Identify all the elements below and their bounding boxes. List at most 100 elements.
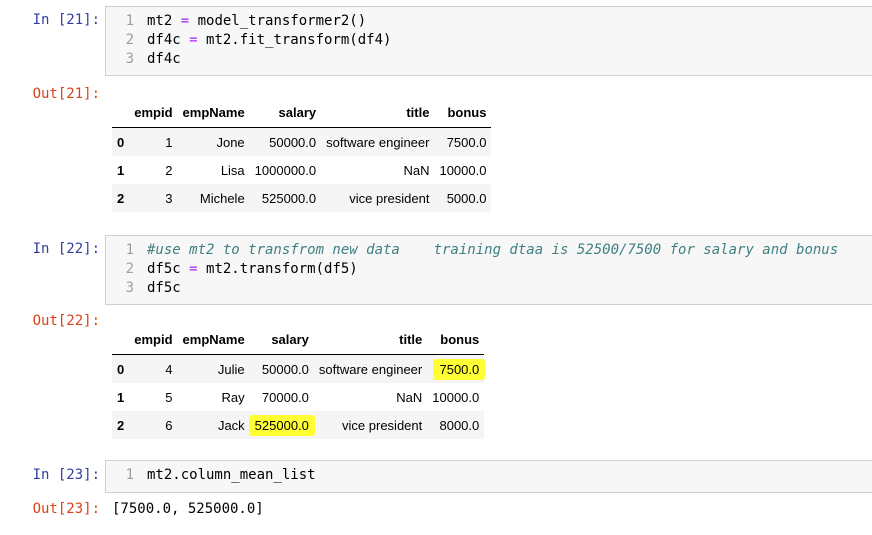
- table-cell: 1000000.0: [250, 156, 321, 184]
- row-index: 2: [112, 184, 129, 212]
- table-cell: software engineer: [321, 128, 434, 157]
- cell-value: 1: [117, 389, 125, 405]
- table-cell: 5000.0: [434, 184, 491, 212]
- code-line: 2 df5c = mt2.transform(df5): [106, 260, 872, 279]
- table-cell: 70000.0: [250, 383, 314, 411]
- cell-value: 1000000.0: [254, 162, 317, 178]
- cell-value: Julie: [217, 361, 245, 377]
- code-cell-23[interactable]: 1 mt2.column_mean_list: [105, 460, 872, 493]
- column-header: title: [321, 98, 435, 128]
- cell-value: 5: [165, 389, 173, 405]
- code-line: 3 df4c: [106, 50, 872, 69]
- table-cell: vice president: [314, 411, 427, 439]
- table-cell: 6: [129, 411, 177, 439]
- column-header: title: [313, 325, 428, 355]
- cell-value: 2: [117, 190, 125, 206]
- code-line: 2 df4c = mt2.fit_transform(df4): [106, 31, 872, 50]
- column-header: empName: [177, 325, 250, 355]
- cell-value: 7500.0: [446, 134, 487, 150]
- column-header: bonus: [434, 98, 492, 128]
- cell-value: Jone: [216, 134, 245, 150]
- index-header: [112, 98, 130, 128]
- column-header: bonus: [427, 325, 485, 355]
- out-prompt-22: Out[22]:: [32, 313, 100, 329]
- in-prompt-22: In [22]:: [32, 241, 100, 257]
- table-cell: software engineer: [314, 355, 427, 384]
- table-cell: 50000.0: [250, 355, 314, 384]
- line-number: 1: [125, 242, 134, 258]
- code-operator: =: [180, 13, 190, 29]
- table-cell: 525000.0: [248, 411, 315, 439]
- table-cell: Jone: [178, 128, 250, 157]
- cell-value: Lisa: [220, 162, 245, 178]
- table-cell: Jack: [178, 411, 250, 439]
- line-number: 1: [125, 467, 134, 483]
- cell-value: 0: [117, 361, 125, 377]
- table-cell: Lisa: [178, 156, 250, 184]
- code-text: mt2.transform(df5): [197, 261, 358, 277]
- line-number: 2: [125, 32, 134, 48]
- code-text: mt2.fit_transform(df4): [197, 32, 392, 48]
- cell-value: Ray: [221, 389, 245, 405]
- highlighted-value: 7500.0: [433, 358, 486, 380]
- dataframe-output-21: empid empName salary title bonus 0 1 Jone 50000.…: [112, 98, 492, 212]
- cell-value: 2: [165, 162, 173, 178]
- code-line: 3 df5c: [106, 279, 872, 298]
- table-cell: Julie: [178, 355, 250, 384]
- table-cell: 10000.0: [434, 156, 491, 184]
- table-cell: 2: [129, 156, 177, 184]
- table-cell: 525000.0: [250, 184, 321, 212]
- cell-value: 1: [117, 162, 125, 178]
- cell-value: 0: [117, 134, 125, 150]
- table-cell: 8000.0: [427, 411, 484, 439]
- table-cell: 10000.0: [427, 383, 484, 411]
- in-prompt-21: In [21]:: [32, 12, 100, 28]
- code-operator: =: [189, 261, 198, 277]
- code-text: mt2: [147, 13, 181, 29]
- code-text: df4c: [147, 32, 190, 48]
- column-header: empid: [129, 98, 178, 128]
- table-cell: NaN: [321, 156, 434, 184]
- cell-value: 3: [165, 190, 173, 206]
- cell-value: vice president: [349, 190, 430, 206]
- code-cell-21[interactable]: 1 mt2 = model_transformer2() 2 df4c = mt2.f…: [105, 6, 872, 76]
- table-cell: 3: [129, 184, 177, 212]
- code-text: df5c: [147, 261, 190, 277]
- out-prompt-23: Out[23]:: [32, 501, 100, 517]
- table-cell: 7500.0: [434, 128, 491, 157]
- cell-value: 70000.0: [261, 389, 309, 405]
- line-number: 3: [125, 51, 134, 67]
- cell-value: NaN: [396, 389, 423, 405]
- table-row: 0 1 Jone 50000.0 software engineer 7500.0: [112, 127, 492, 157]
- highlighted-value: 525000.0: [248, 414, 315, 436]
- table-row: 1 5 Ray 70000.0 NaN 10000.0: [112, 383, 484, 411]
- cell-value: 6: [165, 417, 173, 433]
- table-row: 1 2 Lisa 1000000.0 NaN 10000.0: [112, 156, 491, 184]
- code-line: 1 mt2.column_mean_list: [106, 466, 872, 485]
- row-index: 1: [112, 156, 129, 184]
- line-number: 1: [125, 13, 134, 29]
- code-text: model_transformer2(): [189, 13, 367, 29]
- cell-value: 1: [165, 134, 173, 150]
- code-line: 1 #use mt2 to transfrom new data training…: [106, 241, 872, 260]
- index-header: [112, 325, 130, 355]
- row-index: 0: [112, 355, 129, 384]
- cell-value: 10000.0: [432, 389, 480, 405]
- table-cell: 1: [129, 128, 177, 157]
- cell-value: 10000.0: [439, 162, 487, 178]
- code-line: 1 mt2 = model_transformer2(): [106, 12, 872, 31]
- row-index: 1: [112, 383, 129, 411]
- code-cell-22[interactable]: 1 #use mt2 to transfrom new data training…: [105, 235, 872, 305]
- cell-value: Michele: [199, 190, 245, 206]
- table-cell: vice president: [321, 184, 434, 212]
- column-header: empid: [129, 325, 178, 355]
- row-index: 0: [112, 128, 129, 157]
- cell-value: Jack: [217, 417, 245, 433]
- code-text: mt2.column_mean_list: [147, 467, 316, 483]
- dataframe-output-22: empid empName salary title bonus 0 4 Julie 50000…: [112, 325, 486, 439]
- cell-value: NaN: [403, 162, 430, 178]
- table-cell: Michele: [178, 184, 250, 212]
- table-row: 2 3 Michele 525000.0 vice president 5000.0: [112, 184, 492, 212]
- in-prompt-23: In [23]:: [32, 467, 100, 483]
- cell-value: 4: [165, 361, 173, 377]
